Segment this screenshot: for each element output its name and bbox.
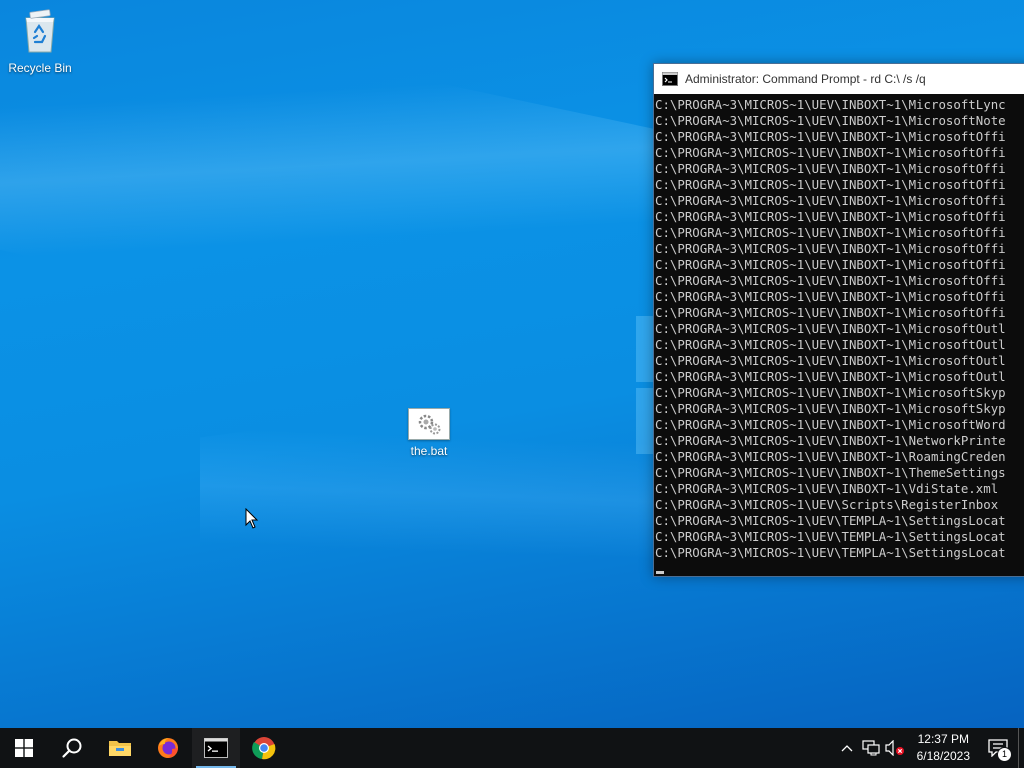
console-line: C:\PROGRA~3\MICROS~1\UEV\INBOXT~1\Micros… [655, 177, 1006, 192]
clock[interactable]: 12:37 PM 6/18/2023 [907, 731, 978, 765]
folder-icon [109, 741, 131, 756]
chrome-icon [252, 737, 276, 760]
batch-file-icon [408, 408, 450, 440]
desktop[interactable]: Recycle Bin the.bat Administrator: Comma… [0, 0, 1024, 728]
search-icon [62, 738, 82, 758]
network-status-button[interactable] [859, 728, 883, 768]
console-line: C:\PROGRA~3\MICROS~1\UEV\INBOXT~1\Micros… [655, 337, 1006, 352]
console-line: C:\PROGRA~3\MICROS~1\UEV\TEMPLA~1\Settin… [655, 529, 1006, 544]
command-prompt-icon [662, 72, 678, 86]
console-line: C:\PROGRA~3\MICROS~1\UEV\INBOXT~1\Micros… [655, 353, 1006, 368]
search-button[interactable] [48, 728, 96, 768]
desktop-icon-the-bat[interactable]: the.bat [391, 408, 467, 458]
clock-date: 6/18/2023 [916, 749, 970, 763]
console-line: C:\PROGRA~3\MICROS~1\UEV\INBOXT~1\Micros… [655, 417, 1006, 432]
console-line: C:\PROGRA~3\MICROS~1\UEV\Scripts\Registe… [655, 497, 999, 512]
window-titlebar[interactable]: Administrator: Command Prompt - rd C:\ /… [654, 64, 1024, 94]
show-hidden-icons-button[interactable] [835, 728, 859, 768]
console-line: C:\PROGRA~3\MICROS~1\UEV\INBOXT~1\Micros… [655, 161, 1006, 176]
console-line: C:\PROGRA~3\MICROS~1\UEV\TEMPLA~1\Settin… [655, 513, 1006, 528]
console-output[interactable]: C:\PROGRA~3\MICROS~1\UEV\INBOXT~1\Micros… [654, 95, 1024, 576]
console-line: C:\PROGRA~3\MICROS~1\UEV\INBOXT~1\Micros… [655, 369, 1006, 384]
console-line: C:\PROGRA~3\MICROS~1\UEV\INBOXT~1\Micros… [655, 241, 1006, 256]
text-cursor [656, 571, 664, 574]
taskbar: 12:37 PM 6/18/2023 1 [0, 728, 1024, 768]
console-line: C:\PROGRA~3\MICROS~1\UEV\INBOXT~1\Micros… [655, 209, 1006, 224]
console-line: C:\PROGRA~3\MICROS~1\UEV\INBOXT~1\Micros… [655, 305, 1006, 320]
terminal-icon [204, 738, 228, 758]
console-line: C:\PROGRA~3\MICROS~1\UEV\INBOXT~1\Micros… [655, 385, 1006, 400]
clock-time: 12:37 PM [917, 732, 969, 746]
console-line: C:\PROGRA~3\MICROS~1\UEV\INBOXT~1\ThemeS… [655, 465, 1006, 480]
windows-logo-icon [15, 739, 33, 757]
console-line: C:\PROGRA~3\MICROS~1\UEV\INBOXT~1\Micros… [655, 273, 1006, 288]
console-line: C:\PROGRA~3\MICROS~1\UEV\INBOXT~1\Micros… [655, 289, 1006, 304]
console-line: C:\PROGRA~3\MICROS~1\UEV\INBOXT~1\Micros… [655, 145, 1006, 160]
mouse-cursor-icon [245, 508, 259, 529]
volume-muted-icon [885, 740, 904, 756]
taskbar-command-prompt[interactable] [192, 728, 240, 768]
system-tray: 12:37 PM 6/18/2023 1 [835, 728, 1024, 768]
console-line: C:\PROGRA~3\MICROS~1\UEV\INBOXT~1\Micros… [655, 129, 1006, 144]
console-line: C:\PROGRA~3\MICROS~1\UEV\INBOXT~1\Micros… [655, 257, 1006, 272]
console-line: C:\PROGRA~3\MICROS~1\UEV\INBOXT~1\Micros… [655, 97, 1006, 112]
taskbar-firefox[interactable] [144, 728, 192, 768]
notification-count-badge: 1 [997, 747, 1012, 762]
taskbar-file-explorer[interactable] [96, 728, 144, 768]
desktop-icon-label: Recycle Bin [8, 61, 72, 75]
firefox-icon [158, 738, 178, 758]
console-line: C:\PROGRA~3\MICROS~1\UEV\TEMPLA~1\Settin… [655, 545, 1006, 560]
start-button[interactable] [0, 728, 48, 768]
console-line: C:\PROGRA~3\MICROS~1\UEV\INBOXT~1\Networ… [655, 433, 1006, 448]
window-title: Administrator: Command Prompt - rd C:\ /… [685, 72, 926, 86]
console-line: C:\PROGRA~3\MICROS~1\UEV\INBOXT~1\VdiSta… [655, 481, 999, 496]
taskbar-chrome[interactable] [240, 728, 288, 768]
console-line: C:\PROGRA~3\MICROS~1\UEV\INBOXT~1\Roamin… [655, 449, 1006, 464]
console-line: C:\PROGRA~3\MICROS~1\UEV\INBOXT~1\Micros… [655, 225, 1006, 240]
console-line: C:\PROGRA~3\MICROS~1\UEV\INBOXT~1\Micros… [655, 321, 1006, 336]
desktop-icon-label: the.bat [410, 444, 448, 458]
console-line: C:\PROGRA~3\MICROS~1\UEV\INBOXT~1\Micros… [655, 401, 1006, 416]
console-line: C:\PROGRA~3\MICROS~1\UEV\INBOXT~1\Micros… [655, 193, 1006, 208]
chevron-up-icon [841, 745, 853, 752]
console-line: C:\PROGRA~3\MICROS~1\UEV\INBOXT~1\Micros… [655, 113, 1006, 128]
desktop-icon-recycle-bin[interactable]: Recycle Bin [2, 8, 78, 75]
show-desktop-button[interactable] [1018, 728, 1024, 768]
command-prompt-window[interactable]: Administrator: Command Prompt - rd C:\ /… [653, 63, 1024, 577]
network-icon [862, 740, 880, 756]
action-center-button[interactable]: 1 [978, 728, 1018, 768]
recycle-bin-icon [25, 9, 55, 53]
volume-button[interactable] [883, 728, 907, 768]
